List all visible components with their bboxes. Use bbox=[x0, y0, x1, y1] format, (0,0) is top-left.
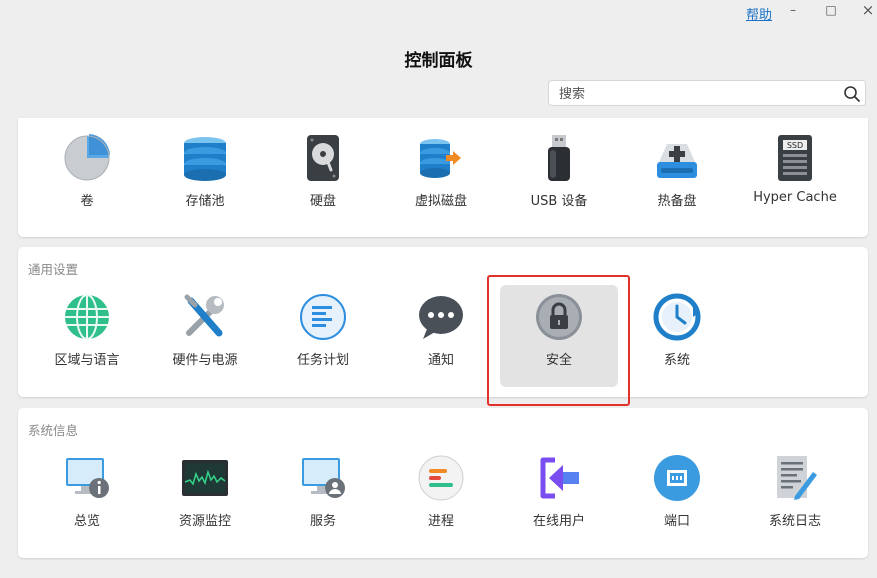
section-title: 系统信息 bbox=[28, 423, 79, 438]
section-title: 通用设置 bbox=[28, 262, 79, 277]
system-clock-icon bbox=[653, 293, 701, 341]
item-system[interactable]: 系统 bbox=[618, 285, 736, 387]
item-label: 端口 bbox=[663, 514, 690, 529]
item-label: 卷 bbox=[80, 194, 94, 209]
resource-monitor-icon bbox=[182, 460, 228, 496]
service-user-icon bbox=[302, 458, 345, 498]
storage-pool-icon bbox=[184, 137, 226, 181]
item-label: 虚拟磁盘 bbox=[414, 194, 467, 209]
volume-pie-icon bbox=[64, 134, 110, 181]
item-port[interactable]: 端口 bbox=[618, 446, 736, 548]
item-notification[interactable]: 通知 bbox=[382, 285, 500, 387]
close-button[interactable]: × bbox=[859, 1, 877, 19]
item-label: 资源监控 bbox=[178, 514, 231, 529]
hard-disk-icon bbox=[307, 135, 339, 181]
task-list-icon bbox=[300, 294, 346, 340]
item-label: 系统日志 bbox=[768, 514, 821, 529]
item-process[interactable]: 进程 bbox=[382, 446, 500, 548]
item-label: USB 设备 bbox=[530, 194, 588, 209]
system-log-icon bbox=[777, 456, 817, 500]
item-hyper-cache[interactable]: SSD Hyper Cache bbox=[736, 126, 854, 228]
item-service[interactable]: 服务 bbox=[264, 446, 382, 548]
overview-info-icon bbox=[66, 458, 109, 498]
item-volume[interactable]: 卷 bbox=[28, 126, 146, 228]
item-label: 存储池 bbox=[185, 194, 225, 209]
chat-bubble-icon bbox=[419, 296, 463, 339]
search-icon[interactable] bbox=[843, 85, 861, 103]
item-label: 任务计划 bbox=[296, 353, 349, 368]
item-resource-monitor[interactable]: 资源监控 bbox=[146, 446, 264, 548]
hot-spare-icon bbox=[657, 144, 697, 178]
item-storage-pool[interactable]: 存储池 bbox=[146, 126, 264, 228]
item-label: 通知 bbox=[427, 353, 454, 368]
item-usb-device[interactable]: USB 设备 bbox=[500, 126, 618, 228]
general-settings-section: 通用设置 区域与语言 硬件与电源 任务计划 通知 安全 系统 bbox=[18, 247, 868, 397]
maximize-button[interactable]: □ bbox=[822, 3, 840, 17]
port-icon bbox=[654, 455, 700, 501]
item-label: 进程 bbox=[427, 514, 454, 529]
item-label: Hyper Cache bbox=[753, 190, 837, 205]
item-security[interactable]: 安全 bbox=[500, 285, 618, 387]
title-bar: 帮助 – □ × bbox=[0, 0, 877, 26]
item-task-schedule[interactable]: 任务计划 bbox=[264, 285, 382, 387]
process-icon bbox=[418, 455, 464, 501]
item-label: 热备盘 bbox=[657, 194, 697, 209]
virtual-disk-icon bbox=[420, 139, 461, 178]
page-title: 控制面板 bbox=[404, 51, 473, 71]
globe-icon bbox=[65, 294, 109, 340]
item-label: 在线用户 bbox=[532, 514, 585, 529]
item-label: 硬件与电源 bbox=[172, 353, 238, 368]
minimize-button[interactable]: – bbox=[784, 3, 802, 17]
item-hard-disk[interactable]: 硬盘 bbox=[264, 126, 382, 228]
system-info-section: 系统信息 总览 资源监控 服务 进程 在线用户 端口 系统日志 bbox=[18, 408, 868, 558]
item-hardware-power[interactable]: 硬件与电源 bbox=[146, 285, 264, 387]
item-label: 总览 bbox=[73, 514, 100, 529]
item-hot-spare[interactable]: 热备盘 bbox=[618, 126, 736, 228]
storage-section: 卷 存储池 硬盘 虚拟磁盘 USB 设备 热备盘 SSD Hyper Cache bbox=[18, 118, 868, 237]
item-online-users[interactable]: 在线用户 bbox=[500, 446, 618, 548]
item-region-language[interactable]: 区域与语言 bbox=[28, 285, 146, 387]
item-label: 区域与语言 bbox=[54, 353, 120, 368]
lock-icon bbox=[536, 294, 582, 340]
search-input[interactable] bbox=[557, 84, 841, 104]
item-label: 服务 bbox=[309, 514, 336, 529]
usb-drive-icon bbox=[548, 135, 570, 181]
ssd-text: SSD bbox=[787, 141, 803, 150]
ssd-icon: SSD bbox=[778, 135, 812, 181]
online-users-icon bbox=[540, 457, 579, 499]
item-label: 硬盘 bbox=[309, 194, 336, 209]
item-label: 安全 bbox=[545, 353, 572, 368]
item-label: 系统 bbox=[663, 353, 690, 368]
item-virtual-disk[interactable]: 虚拟磁盘 bbox=[382, 126, 500, 228]
help-link[interactable]: 帮助 bbox=[746, 4, 772, 23]
search-box[interactable] bbox=[548, 80, 866, 106]
item-overview[interactable]: 总览 bbox=[28, 446, 146, 548]
tools-icon bbox=[184, 294, 224, 337]
item-system-log[interactable]: 系统日志 bbox=[736, 446, 854, 548]
